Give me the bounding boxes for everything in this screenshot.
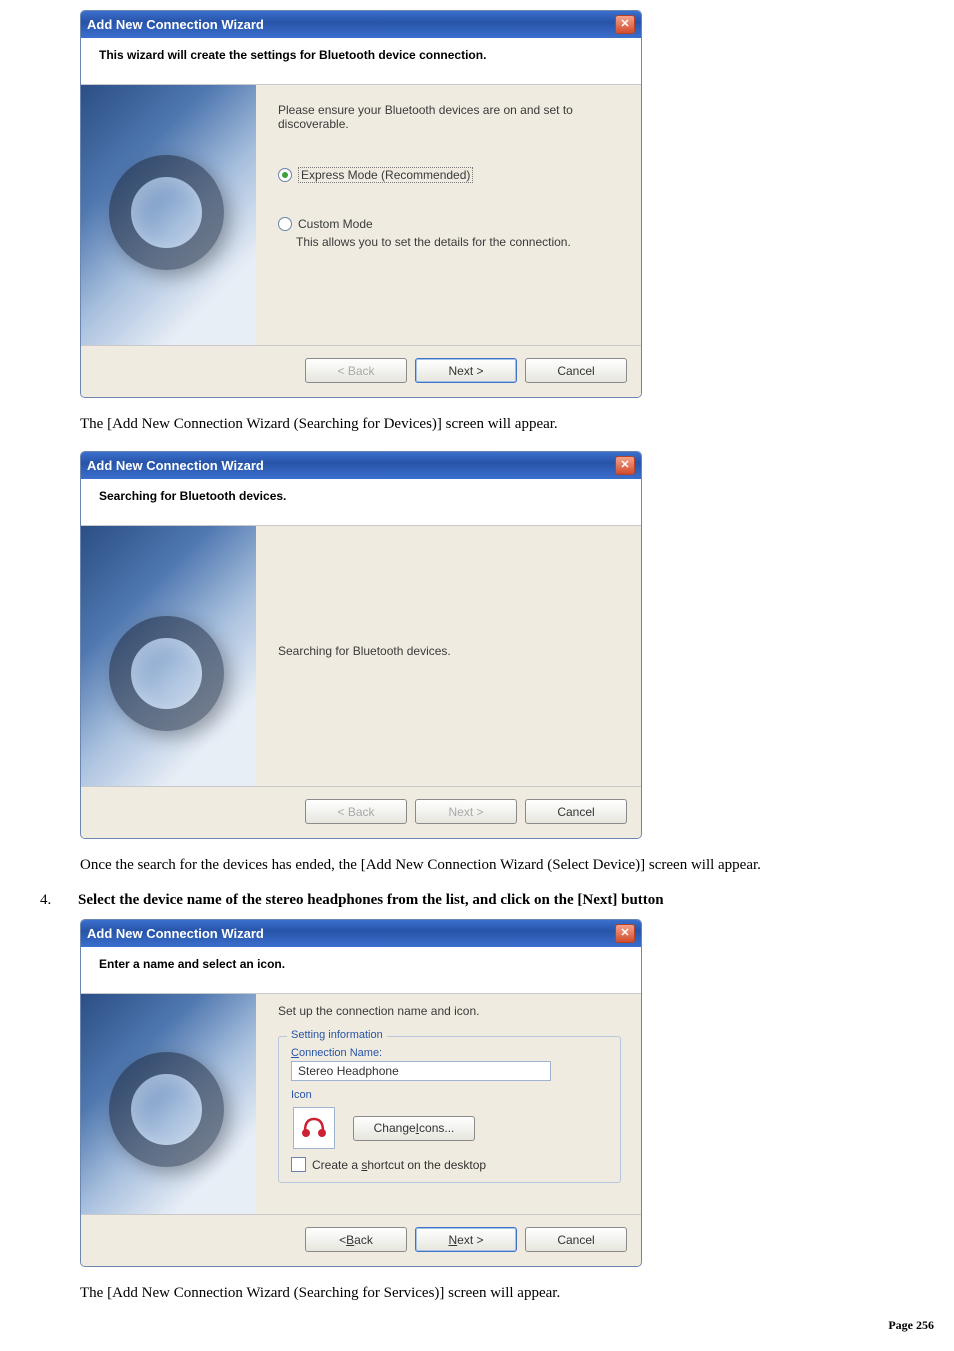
searching-status: Searching for Bluetooth devices. [278, 644, 451, 658]
cancel-button[interactable]: Cancel [525, 358, 627, 383]
radio-express[interactable]: Express Mode (Recommended) [278, 167, 621, 183]
titlebar: Add New Connection Wizard ✕ [81, 11, 641, 38]
step-4: 4. Select the device name of the stereo … [40, 892, 934, 909]
headset-icon [293, 1107, 335, 1149]
next-button[interactable]: Next > [415, 358, 517, 383]
wizard-header: This wizard will create the settings for… [81, 38, 641, 85]
radio-label: Express Mode (Recommended) [298, 167, 473, 183]
change-icons-button[interactable]: Change Icons... [353, 1116, 475, 1141]
wizard-content: Set up the connection name and icon. Set… [256, 994, 641, 1214]
wizard-side-image [81, 526, 256, 786]
radio-icon [278, 217, 292, 231]
titlebar: Add New Connection Wizard ✕ [81, 452, 641, 479]
caption-1: The [Add New Connection Wizard (Searchin… [80, 416, 934, 433]
create-shortcut-checkbox-row[interactable]: Create a shortcut on the desktop [291, 1157, 608, 1172]
wizard-1: Add New Connection Wizard ✕ This wizard … [80, 10, 642, 398]
window-title: Add New Connection Wizard [87, 17, 264, 32]
page-number: Page 256 [888, 1318, 934, 1333]
wizard-header: Searching for Bluetooth devices. [81, 479, 641, 526]
connection-name-label: Connection Name: [291, 1047, 608, 1059]
icon-row: Change Icons... [293, 1107, 608, 1149]
close-icon[interactable]: ✕ [615, 15, 635, 34]
cancel-button[interactable]: Cancel [525, 1227, 627, 1252]
wizard-side-image [81, 85, 256, 345]
wizard-3: Add New Connection Wizard ✕ Enter a name… [80, 919, 642, 1267]
wizard-footer: < Back Next > Cancel [81, 1214, 641, 1266]
wizard-body: Set up the connection name and icon. Set… [81, 994, 641, 1214]
icon-label: Icon [291, 1089, 608, 1101]
fieldset-legend: Setting information [287, 1029, 387, 1041]
back-button[interactable]: < Back [305, 358, 407, 383]
back-button[interactable]: < Back [305, 799, 407, 824]
setting-information-group: Setting information Connection Name: Ico… [278, 1036, 621, 1183]
titlebar: Add New Connection Wizard ✕ [81, 920, 641, 947]
wizard-content: Please ensure your Bluetooth devices are… [256, 85, 641, 345]
back-button[interactable]: < Back [305, 1227, 407, 1252]
wizard-body: Please ensure your Bluetooth devices are… [81, 85, 641, 345]
radio-custom[interactable]: Custom Mode [278, 217, 621, 231]
close-icon[interactable]: ✕ [615, 924, 635, 943]
wizard-2: Add New Connection Wizard ✕ Searching fo… [80, 451, 642, 839]
window-title: Add New Connection Wizard [87, 926, 264, 941]
next-button[interactable]: Next > [415, 799, 517, 824]
caption-2: Once the search for the devices has ende… [80, 857, 934, 874]
wizard-body: Searching for Bluetooth devices. [81, 526, 641, 786]
wizard-side-image [81, 994, 256, 1214]
radio-label: Custom Mode [298, 217, 373, 231]
checkbox-label: Create a shortcut on the desktop [312, 1158, 486, 1172]
close-icon[interactable]: ✕ [615, 456, 635, 475]
instruction-text: Please ensure your Bluetooth devices are… [278, 103, 621, 131]
wizard-content: Searching for Bluetooth devices. [256, 526, 641, 786]
cancel-button[interactable]: Cancel [525, 799, 627, 824]
step-number: 4. [40, 892, 60, 909]
connection-name-input[interactable] [291, 1061, 551, 1081]
checkbox-icon [291, 1157, 306, 1172]
wizard-header: Enter a name and select an icon. [81, 947, 641, 994]
step-instruction: Select the device name of the stereo hea… [78, 892, 664, 909]
custom-desc: This allows you to set the details for t… [296, 235, 621, 249]
radio-icon [278, 168, 292, 182]
next-button[interactable]: Next > [415, 1227, 517, 1252]
window-title: Add New Connection Wizard [87, 458, 264, 473]
wizard-footer: < Back Next > Cancel [81, 345, 641, 397]
caption-3: The [Add New Connection Wizard (Searchin… [80, 1285, 934, 1302]
wizard-footer: < Back Next > Cancel [81, 786, 641, 838]
instruction-text: Set up the connection name and icon. [278, 1004, 621, 1018]
